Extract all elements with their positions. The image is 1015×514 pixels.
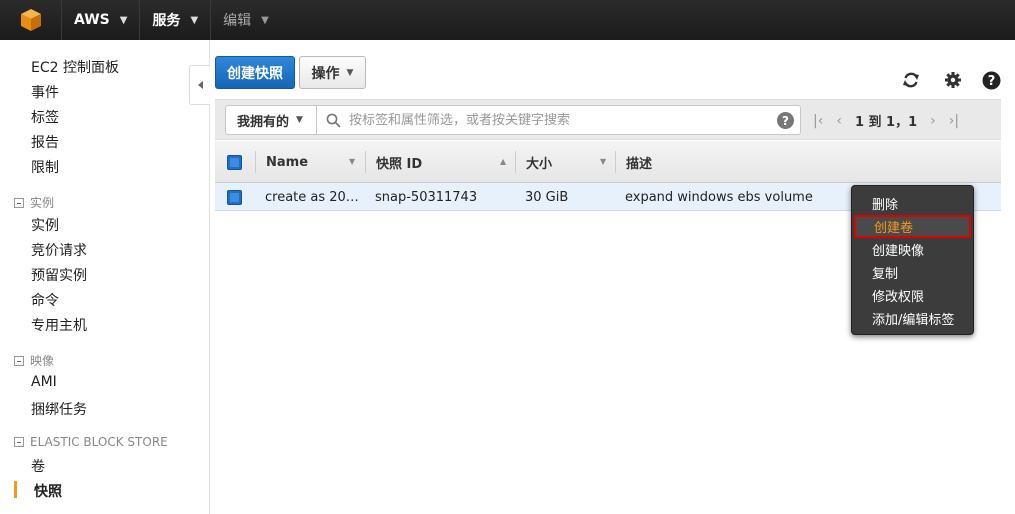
collapse-section-icon: [14, 197, 24, 208]
actions-context-menu: 删除 创建卷 创建映像 复制 修改权限 添加/编辑标签: [851, 185, 974, 335]
sidebar-section-title: 映像: [30, 354, 55, 368]
gear-icon[interactable]: [943, 70, 963, 90]
aws-menu[interactable]: AWS ▼: [62, 0, 141, 40]
cell-size: 30 GiB: [525, 189, 569, 205]
svg-text:?: ?: [987, 74, 995, 89]
aws-cube-logo-icon[interactable]: [0, 0, 62, 40]
sidebar-item-reports[interactable]: 报告: [31, 132, 59, 152]
select-all-checkbox[interactable]: [227, 141, 242, 183]
column-header-description[interactable]: 描述: [626, 141, 652, 183]
top-navigation-bar: AWS ▼ 服务 ▼ 编辑 ▼: [0, 0, 1015, 40]
menu-item-create-image[interactable]: 创建映像: [852, 238, 973, 261]
checkbox-icon: [227, 154, 242, 170]
sidebar-item-limits[interactable]: 限制: [31, 157, 59, 177]
aws-menu-label: AWS: [74, 12, 110, 28]
sort-icon[interactable]: ▼: [600, 157, 606, 166]
checkbox-icon: [227, 189, 242, 205]
sidebar-item-tags[interactable]: 标签: [31, 107, 59, 127]
sidebar: EC2 控制面板 事件 标签 报告 限制 实例 实例 竞价请求 预留实例 命令 …: [0, 40, 210, 514]
chevron-down-icon: ▼: [261, 14, 269, 26]
edit-menu-label: 编辑: [223, 13, 252, 29]
row-checkbox[interactable]: [227, 183, 242, 211]
owner-filter-label: 我拥有的: [237, 114, 290, 130]
column-header-size[interactable]: 大小: [526, 141, 552, 183]
menu-item-add-edit-tags[interactable]: 添加/编辑标签: [852, 307, 973, 330]
cell-description: expand windows ebs volume: [625, 189, 813, 205]
column-header-snapshot-id[interactable]: 快照 ID: [376, 141, 422, 183]
menu-item-delete[interactable]: 删除: [852, 192, 973, 215]
sidebar-item-events[interactable]: 事件: [31, 82, 59, 102]
sidebar-item-reserved-instances[interactable]: 预留实例: [31, 265, 87, 285]
sidebar-item-spot-requests[interactable]: 竞价请求: [31, 240, 87, 260]
search-icon: [326, 113, 341, 128]
column-divider: [255, 151, 256, 173]
chevron-left-icon: [197, 81, 203, 89]
pagination-label: 1 到 1，1: [854, 115, 918, 130]
services-menu[interactable]: 服务 ▼: [140, 0, 212, 40]
create-snapshot-button[interactable]: 创建快照: [215, 56, 295, 89]
column-divider: [365, 151, 366, 173]
edit-menu[interactable]: 编辑 ▼: [211, 0, 281, 40]
chevron-down-icon: ▼: [296, 115, 303, 125]
actions-label: 操作: [311, 65, 340, 82]
sort-icon[interactable]: ▼: [349, 157, 355, 166]
menu-item-modify-permissions[interactable]: 修改权限: [852, 284, 973, 307]
sidebar-item-instances[interactable]: 实例: [31, 215, 59, 235]
sidebar-section-title: 实例: [30, 196, 55, 210]
chevron-down-icon: ▼: [119, 14, 128, 26]
search-input[interactable]: [349, 112, 769, 128]
search-help-icon[interactable]: ?: [777, 112, 794, 129]
collapse-sidebar-button[interactable]: [189, 65, 210, 105]
column-header-name[interactable]: Name: [266, 141, 308, 183]
last-page-icon[interactable]: ›|: [949, 113, 959, 129]
sidebar-item-dedicated-hosts[interactable]: 专用主机: [31, 315, 87, 335]
sidebar-section-instances[interactable]: 实例: [14, 194, 54, 211]
column-divider: [615, 151, 616, 173]
sidebar-item-dashboard[interactable]: EC2 控制面板: [31, 57, 119, 77]
owner-filter-dropdown[interactable]: 我拥有的 ▼: [225, 105, 317, 135]
sidebar-item-commands[interactable]: 命令: [31, 290, 59, 310]
next-page-icon[interactable]: ›: [930, 113, 936, 129]
sidebar-section-ebs[interactable]: ELASTIC BLOCK STORE: [14, 435, 168, 449]
sidebar-item-snapshots[interactable]: 快照: [34, 481, 62, 501]
sidebar-item-bundle-tasks[interactable]: 捆绑任务: [31, 399, 87, 419]
sidebar-item-volumes[interactable]: 卷: [31, 456, 45, 476]
table-header: Name ▼ 快照 ID ▲ 大小 ▼ 描述: [215, 141, 1001, 183]
cell-snapshot-id: snap-50311743: [375, 189, 478, 205]
sidebar-section-title: ELASTIC BLOCK STORE: [30, 435, 168, 449]
menu-item-create-volume[interactable]: 创建卷: [854, 215, 971, 238]
help-icon[interactable]: ?: [981, 70, 1001, 90]
search-box: ?: [317, 105, 801, 135]
sort-ascending-icon[interactable]: ▲: [500, 157, 506, 166]
previous-page-icon[interactable]: ‹: [836, 113, 842, 129]
cell-name: create as 20…: [265, 189, 359, 205]
sidebar-item-ami[interactable]: AMI: [31, 374, 57, 390]
filter-bar: 我拥有的 ▼ ? |‹ ‹ 1 到 1，1 › ›|: [215, 99, 1001, 140]
services-menu-label: 服务: [152, 13, 181, 29]
pagination: |‹ ‹ 1 到 1，1 › ›|: [813, 111, 959, 131]
chevron-down-icon: ▼: [190, 14, 199, 26]
menu-item-copy[interactable]: 复制: [852, 261, 973, 284]
collapse-section-icon: [14, 355, 24, 366]
actions-dropdown-button[interactable]: 操作 ▼: [299, 56, 366, 89]
sidebar-section-images[interactable]: 映像: [14, 352, 54, 369]
collapse-section-icon: [14, 437, 24, 447]
refresh-icon[interactable]: [901, 70, 921, 90]
first-page-icon[interactable]: |‹: [813, 113, 823, 129]
chevron-down-icon: ▼: [346, 67, 354, 78]
column-divider: [515, 151, 516, 173]
active-indicator: [14, 481, 17, 498]
